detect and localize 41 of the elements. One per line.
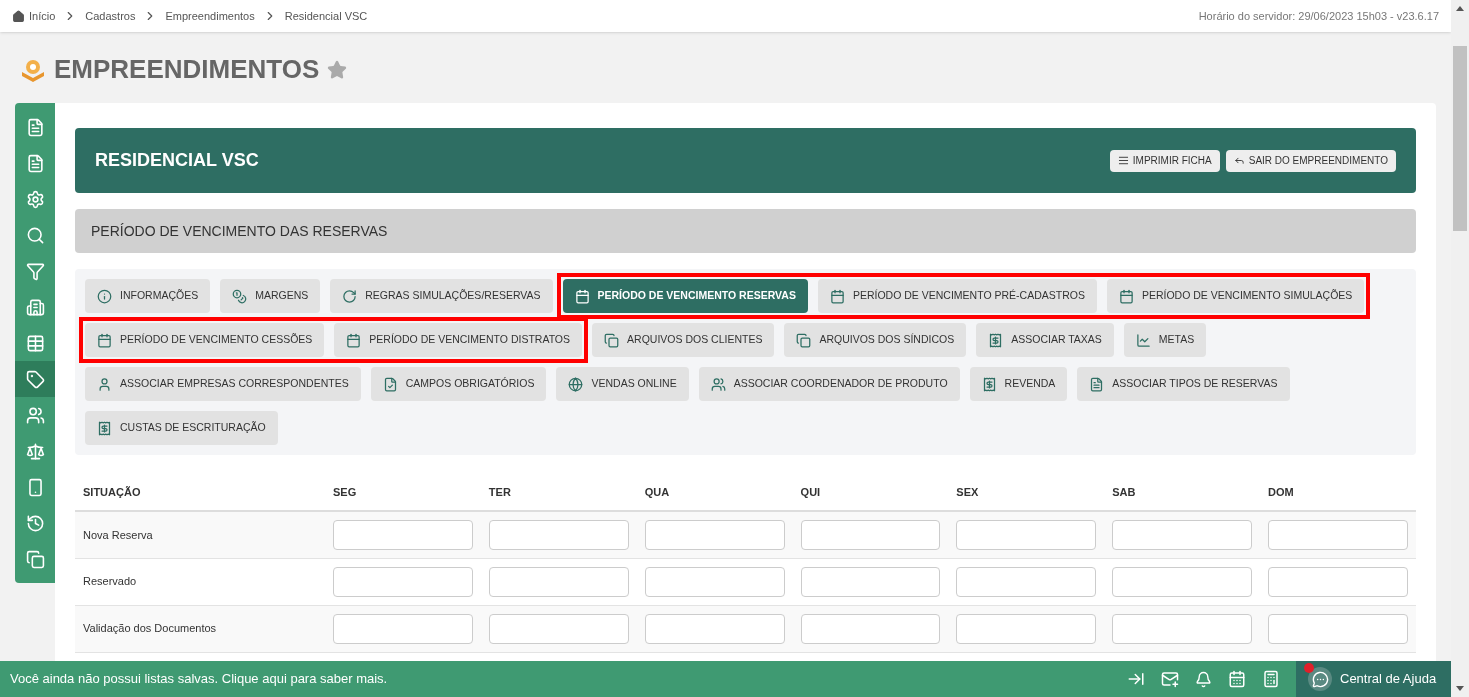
- project-title: RESIDENCIAL VSC: [95, 149, 259, 172]
- tab[interactable]: PERÍODO DE VENCIMENTO RESERVAS: [562, 279, 808, 313]
- tab[interactable]: MARGENS: [220, 279, 321, 313]
- column-header: DOM: [1268, 486, 1294, 499]
- column-header: QUA: [644, 486, 670, 499]
- server-time: Horário do servidor: 29/06/2023 15h03 - v23.6.17: [1198, 8, 1439, 24]
- breadcrumb-link[interactable]: Início: [12, 7, 56, 25]
- column-header: SITUAÇÃO: [83, 486, 141, 499]
- tab[interactable]: PERÍODO DE VENCIMENTO SIMULAÇÕES: [1106, 279, 1365, 313]
- column-header: SEX: [956, 486, 979, 499]
- page-title: EMPREENDIMENTOS: [54, 53, 320, 86]
- status-label: Nova Reserva: [83, 528, 153, 541]
- breadcrumb-link[interactable]: Residencial VSC: [284, 7, 368, 25]
- status-label: Validação dos Documentos: [83, 622, 217, 635]
- column-header: TER: [488, 486, 511, 499]
- status-label: Reservado: [83, 575, 137, 588]
- tab[interactable]: METAS: [1123, 323, 1207, 357]
- tab[interactable]: VENDAS ONLINE: [556, 367, 689, 401]
- section-heading: PERÍODO DE VENCIMENTO DAS RESERVAS: [75, 209, 1416, 253]
- help-center-button[interactable]: Central de Ajuda: [1296, 661, 1451, 697]
- column-header: SEG: [333, 486, 357, 499]
- tab[interactable]: PERÍODO DE VENCIMENTO CESSÕES: [85, 323, 325, 357]
- header-button[interactable]: IMPRIMIR FICHA: [1109, 149, 1220, 172]
- tab[interactable]: CUSTAS DE ESCRITURAÇÃO: [85, 411, 278, 445]
- tab[interactable]: PERÍODO DE VENCIMENTO DISTRATOS: [334, 323, 583, 357]
- tab[interactable]: CAMPOS OBRIGATÓRIOS: [370, 367, 547, 401]
- tab[interactable]: INFORMAÇÕES: [85, 279, 211, 313]
- header-button[interactable]: SAIR DO EMPREENDIMENTO: [1225, 149, 1396, 172]
- tab[interactable]: ARQUIVOS DOS SÍNDICOS: [784, 323, 967, 357]
- breadcrumb-link[interactable]: Cadastros: [85, 7, 136, 25]
- tab[interactable]: ASSOCIAR COORDENADOR DE PRODUTO: [698, 367, 960, 401]
- tab[interactable]: REVENDA: [969, 367, 1068, 401]
- tab[interactable]: ASSOCIAR EMPRESAS CORRESPONDENTES: [85, 367, 361, 401]
- tab[interactable]: ASSOCIAR TIPOS DE RESERVAS: [1077, 367, 1290, 401]
- tab[interactable]: REGRAS SIMULAÇÕES/RESERVAS: [330, 279, 553, 313]
- breadcrumb-link[interactable]: Empreendimentos: [165, 7, 255, 25]
- tab[interactable]: ARQUIVOS DOS CLIENTES: [592, 323, 775, 357]
- column-header: SAB: [1112, 486, 1136, 499]
- column-header: QUI: [800, 486, 821, 499]
- tab[interactable]: PERÍODO DE VENCIMENTO PRÉ-CADASTROS: [817, 279, 1097, 313]
- tab[interactable]: ASSOCIAR TAXAS: [976, 323, 1114, 357]
